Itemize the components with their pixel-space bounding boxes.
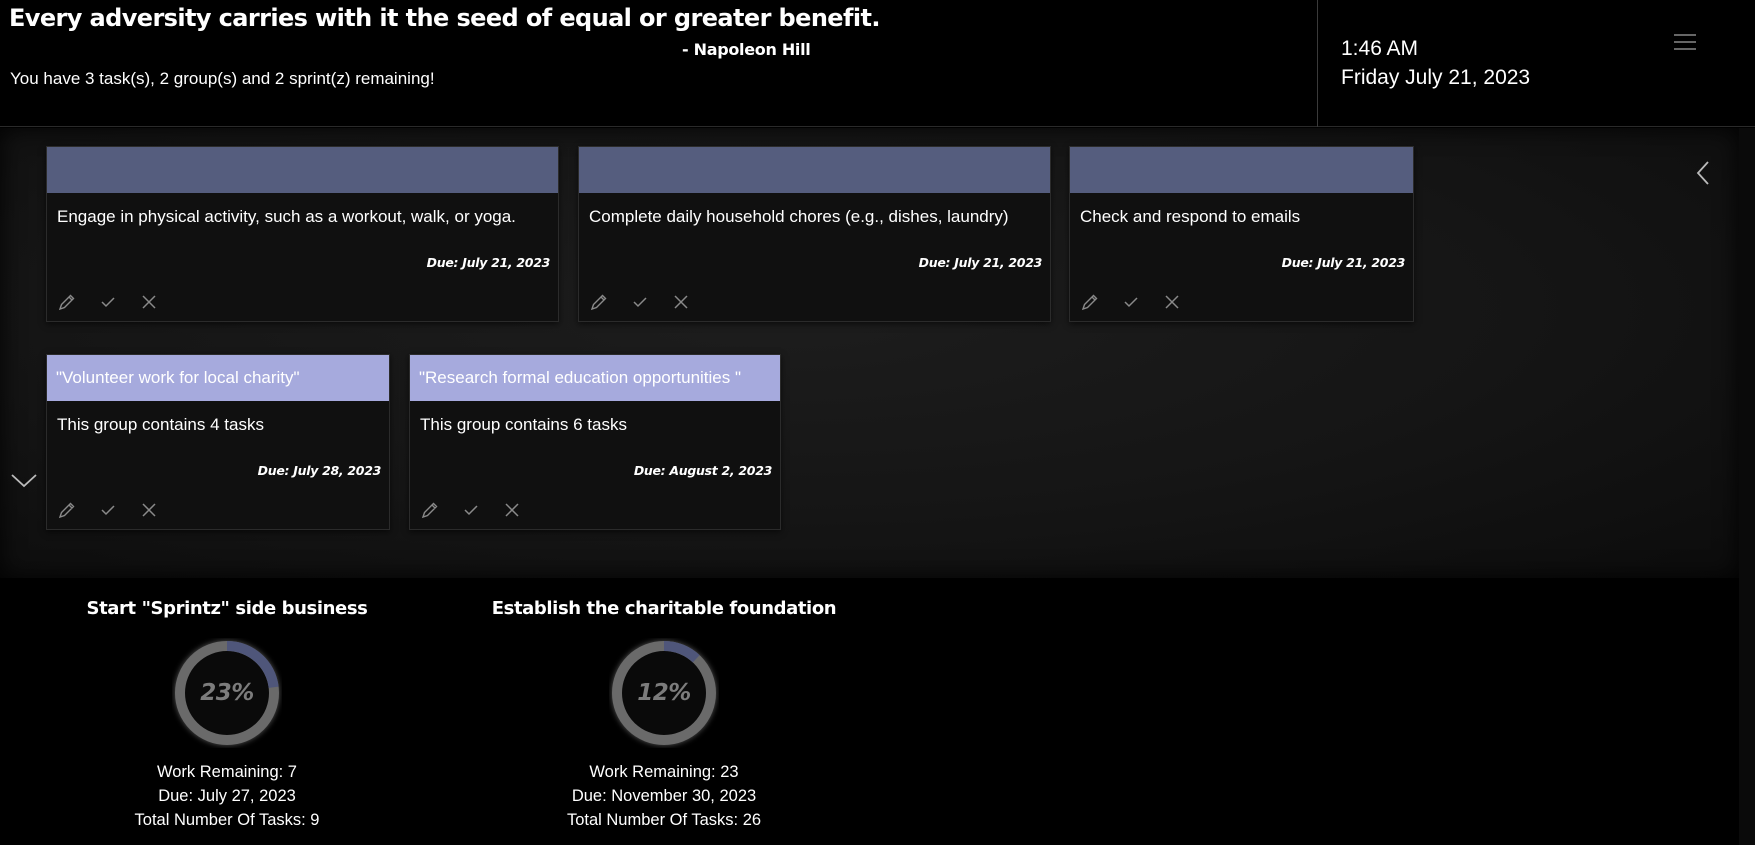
group-card[interactable]: "Research formal education opportunities… (409, 354, 781, 530)
edit-pencil-icon[interactable] (57, 500, 77, 520)
top-header: Every adversity carries with it the seed… (0, 0, 1755, 127)
group-card-header: "Volunteer work for local charity" (47, 355, 389, 401)
task-card[interactable]: Check and respond to emails Due: July 21… (1069, 146, 1414, 322)
scrollbar[interactable] (1739, 128, 1755, 845)
close-icon[interactable] (139, 292, 159, 312)
check-icon[interactable] (98, 292, 118, 312)
quote-author: - Napoleon Hill (682, 40, 811, 59)
group-card[interactable]: "Volunteer work for local charity" This … (46, 354, 390, 530)
work-remaining: Work Remaining: 23 (589, 763, 739, 781)
hamburger-menu-icon[interactable] (1674, 33, 1696, 51)
close-icon[interactable] (671, 292, 691, 312)
header-divider (1317, 0, 1318, 127)
sprint-summary[interactable]: Establish the charitable foundation 12% … (474, 598, 854, 832)
group-card-header: "Research formal education opportunities… (410, 355, 780, 401)
check-icon[interactable] (630, 292, 650, 312)
group-due-date: Due: July 28, 2023 (257, 463, 382, 478)
task-card[interactable]: Engage in physical activity, such as a w… (46, 146, 559, 322)
task-card[interactable]: Complete daily household chores (e.g., d… (578, 146, 1051, 322)
task-card-header (1070, 147, 1413, 193)
card-actions (420, 500, 522, 520)
task-card-header (47, 147, 558, 193)
task-title: Check and respond to emails (1080, 207, 1301, 226)
check-icon[interactable] (1121, 292, 1141, 312)
sprint-title: Establish the charitable foundation (491, 598, 837, 619)
progress-percent: 12% (637, 680, 691, 706)
chevron-left-icon[interactable] (1694, 160, 1714, 186)
card-actions (1080, 292, 1182, 312)
total-tasks: Total Number Of Tasks: 9 (134, 811, 320, 829)
group-due-date: Due: August 2, 2023 (633, 463, 772, 478)
check-icon[interactable] (98, 500, 118, 520)
chevron-down-icon[interactable] (10, 470, 38, 490)
daily-quote: Every adversity carries with it the seed… (9, 4, 880, 32)
progress-percent: 23% (200, 680, 254, 706)
sprint-due-date: Due: July 27, 2023 (158, 787, 296, 805)
close-icon[interactable] (139, 500, 159, 520)
task-title: Engage in physical activity, such as a w… (57, 207, 516, 226)
card-actions (589, 292, 691, 312)
edit-pencil-icon[interactable] (420, 500, 440, 520)
clock-date: Friday July 21, 2023 (1341, 66, 1531, 89)
sprint-progress-ring: 23% (172, 638, 282, 748)
close-icon[interactable] (1162, 292, 1182, 312)
sprint-due-date: Due: November 30, 2023 (571, 787, 757, 805)
card-actions (57, 500, 159, 520)
edit-pencil-icon[interactable] (57, 292, 77, 312)
close-icon[interactable] (502, 500, 522, 520)
edit-pencil-icon[interactable] (1080, 292, 1100, 312)
task-card-header (579, 147, 1050, 193)
work-remaining: Work Remaining: 7 (156, 763, 297, 781)
check-icon[interactable] (461, 500, 481, 520)
remaining-summary: You have 3 task(s), 2 group(s) and 2 spr… (10, 69, 435, 88)
sprint-summary[interactable]: Start "Sprintz" side business 23% Work R… (37, 598, 417, 832)
card-actions (57, 292, 159, 312)
task-title: Complete daily household chores (e.g., d… (589, 207, 1009, 226)
edit-pencil-icon[interactable] (589, 292, 609, 312)
sprint-progress-ring: 12% (609, 638, 719, 748)
task-due-date: Due: July 21, 2023 (918, 255, 1043, 270)
sprint-title: Start "Sprintz" side business (86, 598, 368, 619)
clock-time: 1:46 AM (1341, 37, 1419, 60)
total-tasks: Total Number Of Tasks: 26 (566, 811, 762, 829)
group-task-count: This group contains 4 tasks (57, 415, 264, 434)
group-task-count: This group contains 6 tasks (420, 415, 627, 434)
task-due-date: Due: July 21, 2023 (1281, 255, 1406, 270)
task-due-date: Due: July 21, 2023 (426, 255, 551, 270)
